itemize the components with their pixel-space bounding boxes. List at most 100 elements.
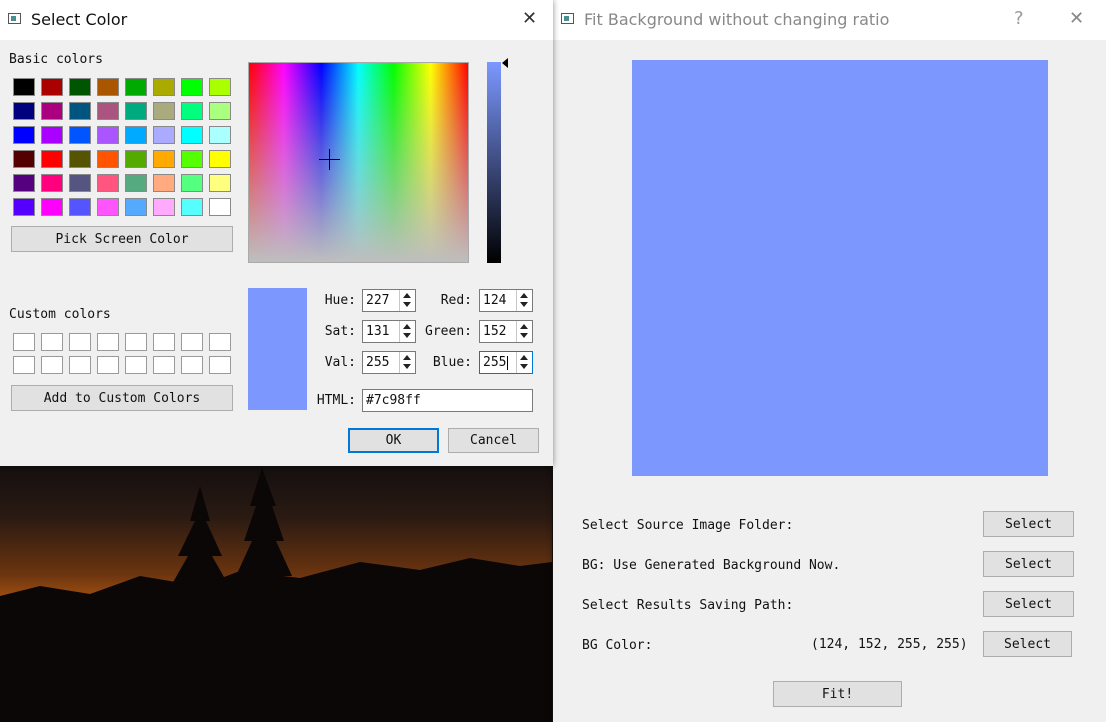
custom-color-swatch[interactable]	[125, 333, 147, 351]
select-results-path-button[interactable]: Select	[983, 591, 1074, 617]
select-background-button[interactable]: Select	[983, 551, 1074, 577]
basic-color-swatch[interactable]	[97, 174, 119, 192]
basic-color-swatch[interactable]	[125, 198, 147, 216]
basic-color-swatch[interactable]	[13, 174, 35, 192]
cancel-button[interactable]: Cancel	[448, 428, 539, 453]
basic-color-swatch[interactable]	[153, 78, 175, 96]
custom-color-swatch[interactable]	[181, 356, 203, 374]
basic-color-swatch[interactable]	[153, 150, 175, 168]
basic-color-swatch[interactable]	[69, 198, 91, 216]
spin-up-icon[interactable]	[520, 355, 528, 360]
basic-color-swatch[interactable]	[125, 126, 147, 144]
blue-spinbox[interactable]: 255	[479, 351, 533, 374]
basic-color-swatch[interactable]	[181, 78, 203, 96]
green-spinbox[interactable]: 152	[479, 320, 533, 343]
value-slider[interactable]	[487, 62, 501, 263]
basic-color-swatch[interactable]	[153, 102, 175, 120]
basic-color-swatch[interactable]	[181, 198, 203, 216]
basic-color-swatch[interactable]	[181, 150, 203, 168]
help-icon[interactable]: ?	[1014, 8, 1024, 30]
spin-down-icon[interactable]	[520, 333, 528, 338]
basic-color-swatch[interactable]	[153, 198, 175, 216]
crosshair-icon[interactable]	[319, 149, 340, 170]
custom-color-swatch[interactable]	[97, 333, 119, 351]
spin-up-icon[interactable]	[403, 293, 411, 298]
spin-down-icon[interactable]	[403, 333, 411, 338]
basic-color-swatch[interactable]	[97, 198, 119, 216]
basic-color-swatch[interactable]	[41, 78, 63, 96]
close-icon[interactable]: ✕	[522, 8, 537, 30]
basic-color-swatch[interactable]	[97, 150, 119, 168]
spin-down-icon[interactable]	[403, 302, 411, 307]
custom-color-swatch[interactable]	[153, 333, 175, 351]
basic-color-swatch[interactable]	[125, 150, 147, 168]
spin-down-icon[interactable]	[403, 364, 411, 369]
basic-color-swatch[interactable]	[181, 102, 203, 120]
basic-color-swatch[interactable]	[41, 198, 63, 216]
fit-button[interactable]: Fit!	[773, 681, 902, 707]
basic-color-swatch[interactable]	[13, 126, 35, 144]
basic-color-swatch[interactable]	[125, 78, 147, 96]
basic-color-swatch[interactable]	[153, 126, 175, 144]
basic-color-swatch[interactable]	[97, 126, 119, 144]
basic-color-swatch[interactable]	[97, 102, 119, 120]
custom-color-swatch[interactable]	[97, 356, 119, 374]
basic-color-swatch[interactable]	[69, 126, 91, 144]
custom-color-swatch[interactable]	[125, 356, 147, 374]
custom-color-swatch[interactable]	[181, 333, 203, 351]
val-spinbox[interactable]: 255	[362, 351, 416, 374]
spin-down-icon[interactable]	[520, 364, 528, 369]
basic-color-swatch[interactable]	[41, 126, 63, 144]
basic-color-swatch[interactable]	[41, 174, 63, 192]
basic-color-swatch[interactable]	[209, 78, 231, 96]
custom-color-swatch[interactable]	[209, 333, 231, 351]
select-bg-color-button[interactable]: Select	[983, 631, 1072, 657]
basic-color-swatch[interactable]	[41, 150, 63, 168]
basic-color-swatch[interactable]	[125, 174, 147, 192]
close-icon[interactable]: ✕	[1069, 8, 1084, 30]
basic-color-swatch[interactable]	[209, 198, 231, 216]
spin-up-icon[interactable]	[403, 324, 411, 329]
custom-color-swatch[interactable]	[69, 333, 91, 351]
select-source-folder-button[interactable]: Select	[983, 511, 1074, 537]
basic-color-swatch[interactable]	[41, 102, 63, 120]
basic-color-swatch[interactable]	[125, 102, 147, 120]
basic-color-swatch[interactable]	[209, 126, 231, 144]
custom-color-swatch[interactable]	[69, 356, 91, 374]
spin-up-icon[interactable]	[520, 293, 528, 298]
custom-color-swatch[interactable]	[209, 356, 231, 374]
ok-button[interactable]: OK	[348, 428, 439, 453]
custom-color-swatch[interactable]	[13, 333, 35, 351]
basic-color-swatch[interactable]	[209, 174, 231, 192]
sat-spinbox[interactable]: 131	[362, 320, 416, 343]
custom-color-swatch[interactable]	[13, 356, 35, 374]
basic-color-swatch[interactable]	[181, 126, 203, 144]
basic-color-swatch[interactable]	[153, 174, 175, 192]
value-slider-marker-icon[interactable]	[502, 58, 508, 68]
basic-color-swatch[interactable]	[209, 150, 231, 168]
pick-screen-color-button[interactable]: Pick Screen Color	[11, 226, 233, 252]
custom-color-swatch[interactable]	[41, 356, 63, 374]
html-input[interactable]: #7c98ff	[362, 389, 533, 412]
basic-color-swatch[interactable]	[13, 78, 35, 96]
basic-color-swatch[interactable]	[181, 174, 203, 192]
basic-color-swatch[interactable]	[13, 198, 35, 216]
hue-spinbox[interactable]: 227	[362, 289, 416, 312]
basic-color-swatch[interactable]	[69, 78, 91, 96]
basic-color-swatch[interactable]	[209, 102, 231, 120]
red-spinbox[interactable]: 124	[479, 289, 533, 312]
spin-up-icon[interactable]	[403, 355, 411, 360]
spin-down-icon[interactable]	[520, 302, 528, 307]
basic-color-swatch[interactable]	[69, 150, 91, 168]
add-to-custom-colors-button[interactable]: Add to Custom Colors	[11, 385, 233, 411]
basic-color-swatch[interactable]	[97, 78, 119, 96]
custom-color-swatch[interactable]	[153, 356, 175, 374]
basic-color-swatch[interactable]	[69, 174, 91, 192]
basic-color-swatch[interactable]	[13, 150, 35, 168]
custom-color-swatch[interactable]	[41, 333, 63, 351]
basic-color-swatch[interactable]	[13, 102, 35, 120]
basic-color-swatch[interactable]	[69, 102, 91, 120]
spin-up-icon[interactable]	[520, 324, 528, 329]
background-preview	[632, 60, 1048, 476]
hue-saturation-picker[interactable]	[248, 62, 469, 263]
